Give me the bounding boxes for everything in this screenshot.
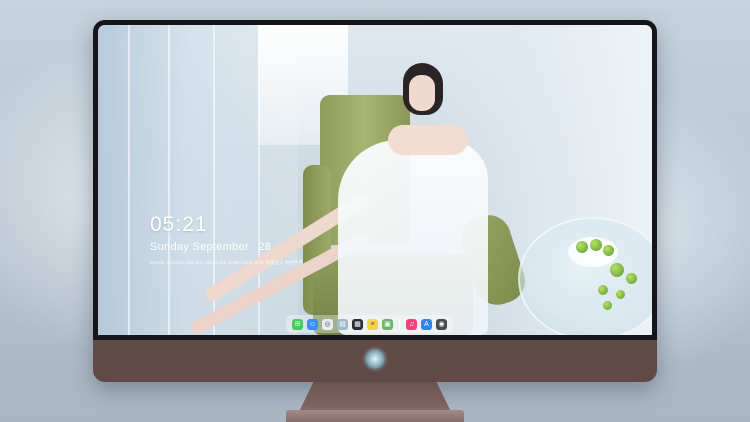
wallpaper-lime [603,301,612,310]
wallpaper-lime [590,239,602,251]
clapper-icon[interactable]: ▦ [352,318,363,330]
wallpaper-lime [626,273,637,284]
wallpaper-lime [576,241,588,253]
lock-screen-date: Sunday September 28 [150,241,271,253]
monitor-stand-base [286,410,464,422]
lock-screen-quote: Breeze, sunshine and sea, yield to the g… [150,260,303,265]
notes-icon[interactable]: ≡ [367,318,378,330]
lock-screen-weekday-month: Sunday September [150,241,249,253]
wallpaper-lime [598,285,608,295]
dock-separator [399,318,400,330]
messages-icon[interactable]: ✉ [292,318,303,330]
finder-icon[interactable]: ☺ [307,318,318,330]
preview-icon[interactable]: ▤ [337,318,348,330]
imac-monitor: 05:21 Sunday September 28 Breeze, sunshi… [93,20,657,382]
brand-logo-icon [365,349,385,369]
appstore-icon[interactable]: A [421,318,432,330]
photos-icon[interactable]: ▣ [382,318,393,330]
screen-bezel: 05:21 Sunday September 28 Breeze, sunshi… [93,20,657,340]
lock-screen-time: 05:21 [150,213,208,236]
wallpaper-figure-dress [338,140,488,335]
camera-icon[interactable]: ◉ [436,318,447,330]
desktop-screen: 05:21 Sunday September 28 Breeze, sunshi… [98,25,652,335]
wallpaper-lime [610,263,624,277]
wallpaper-lime [616,290,625,299]
wallpaper-figure-face [409,75,435,111]
dock: ✉ ☺ ◎ ▤ ▦ ≡ ▣ ♫ A ◉ [286,315,453,333]
wallpaper-lime [603,245,614,256]
wallpaper-figure-shoulders [388,125,468,155]
safari-icon[interactable]: ◎ [322,318,333,330]
lock-screen-day: 28 [258,241,272,253]
music-icon[interactable]: ♫ [406,318,417,330]
